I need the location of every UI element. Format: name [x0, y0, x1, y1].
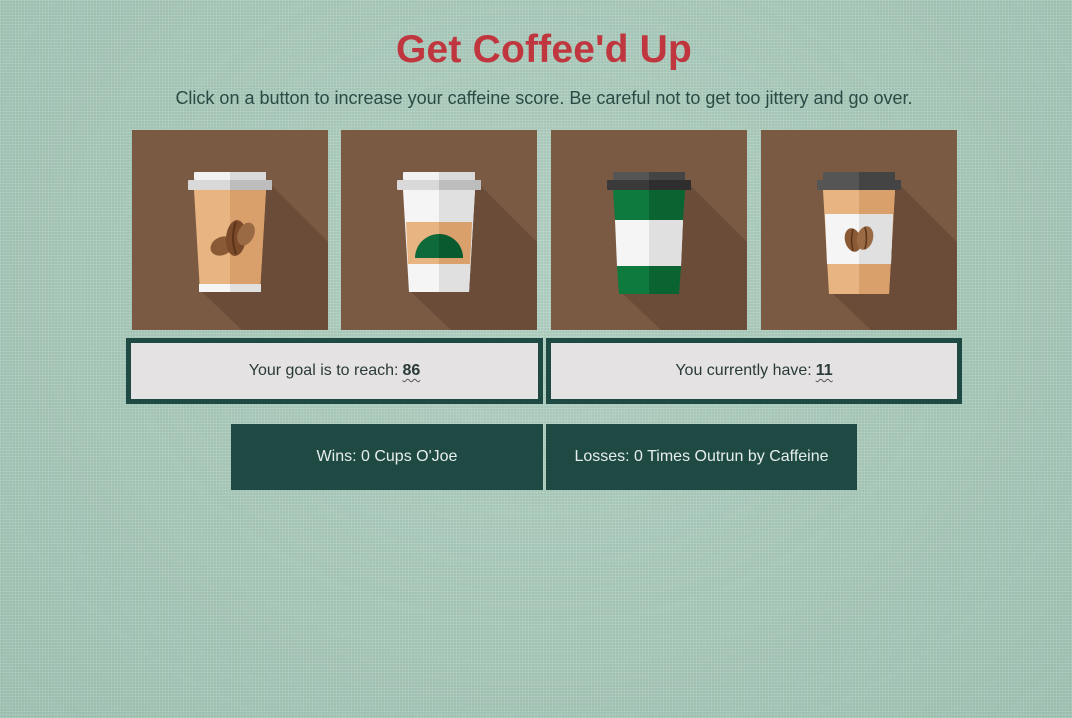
goal-label: Your goal is to reach: [248, 362, 399, 379]
goal-box: Your goal is to reach: 86 [126, 338, 543, 404]
losses-text: Losses: 0 Times Outrun by Caffeine [574, 448, 829, 465]
page-title: Get Coffee'd Up [395, 28, 693, 71]
goal-value: 86 [402, 362, 421, 379]
cup-button-4[interactable] [761, 130, 957, 330]
cup-button-2[interactable] [341, 130, 537, 330]
current-label: You currently have: [675, 362, 812, 379]
cup-button-row [132, 130, 957, 330]
cup-button-1[interactable] [132, 130, 328, 330]
wins-box: Wins: 0 Cups O'Joe [231, 424, 543, 490]
wins-text: Wins: 0 Cups O'Joe [316, 448, 458, 465]
cup-button-3[interactable] [551, 130, 747, 330]
current-score-box: You currently have: 11 [546, 338, 962, 404]
current-value: 11 [815, 362, 833, 379]
coffee-bean-cup-icon [188, 172, 328, 330]
green-logo-cup-icon [397, 172, 537, 330]
losses-box: Losses: 0 Times Outrun by Caffeine [546, 424, 857, 490]
green-band-cup-icon [607, 172, 747, 330]
instructions-text: Click on a button to increase your caffe… [175, 88, 913, 108]
dark-lid-bean-cup-icon [817, 172, 957, 330]
